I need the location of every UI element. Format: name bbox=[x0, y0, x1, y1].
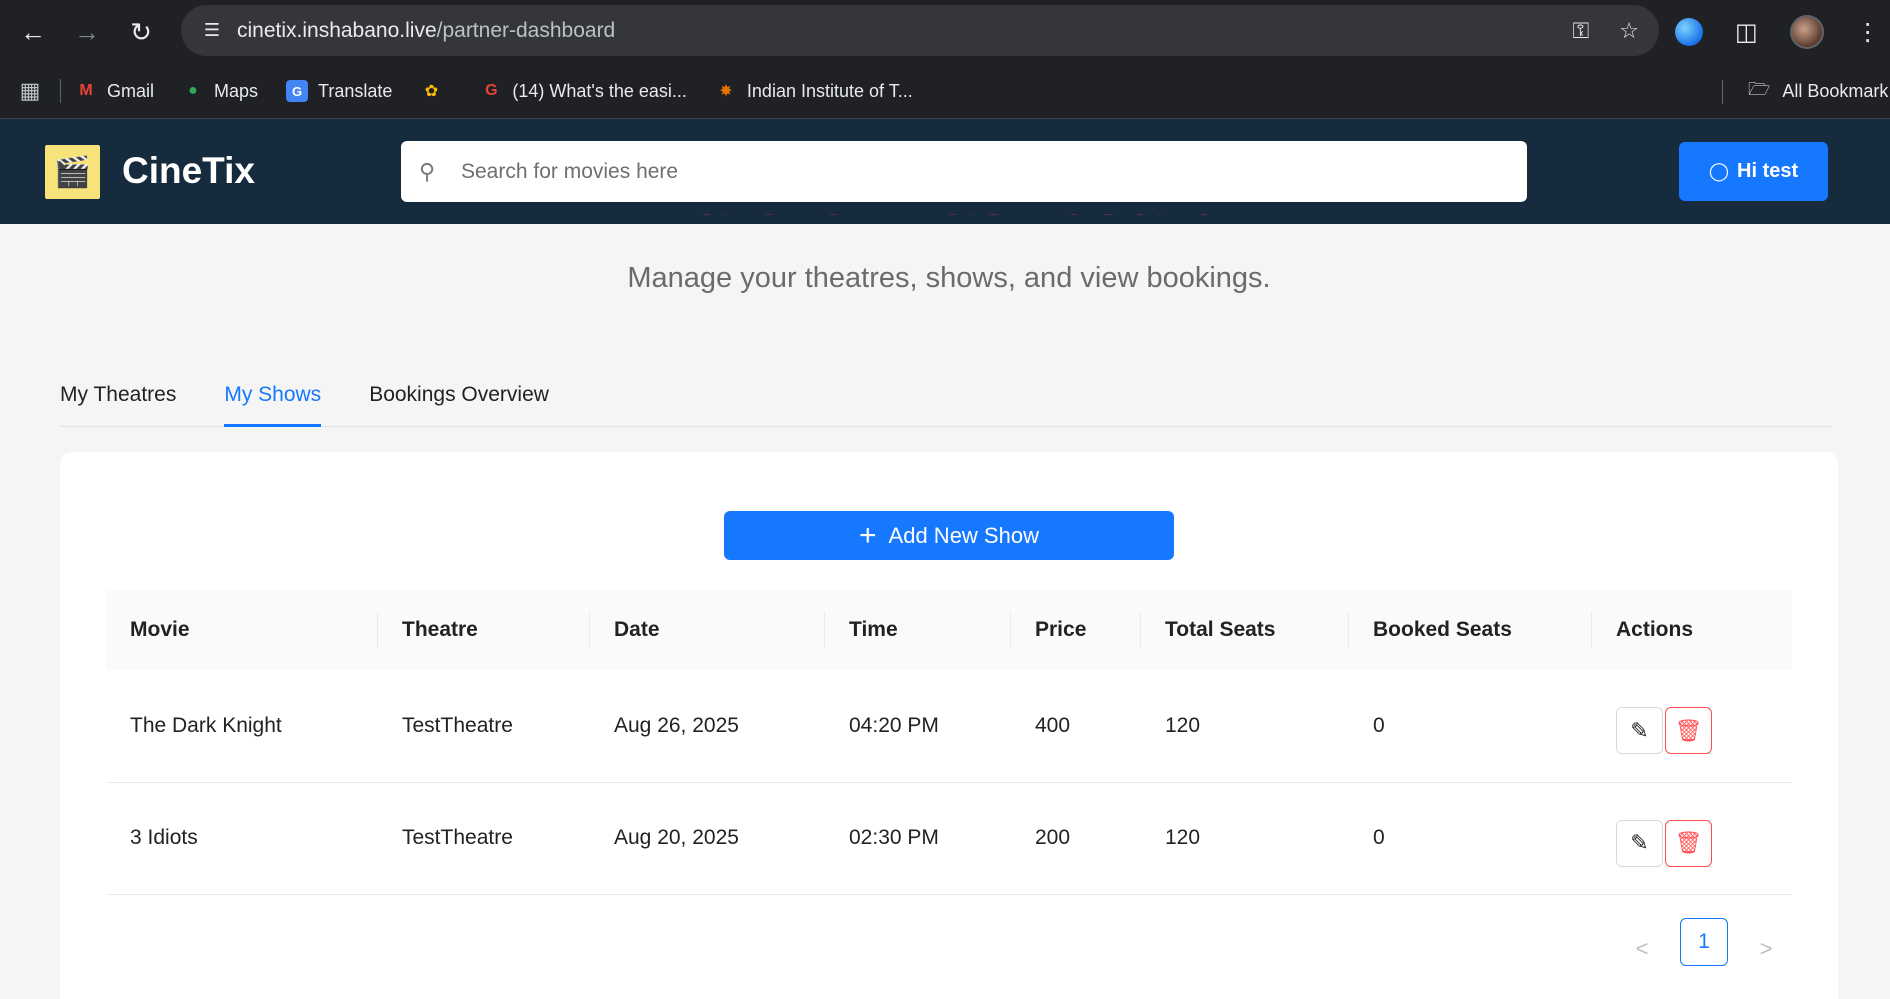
cell-total-seats: 120 bbox=[1141, 670, 1349, 783]
pagination: < 1 > bbox=[1630, 918, 1778, 966]
cell-price: 200 bbox=[1011, 782, 1141, 895]
cell-actions: ✎ 🗑 bbox=[1592, 670, 1792, 783]
page-title: Partner Dashboard bbox=[560, 214, 1320, 226]
cell-actions: ✎ 🗑 bbox=[1592, 782, 1792, 895]
cell-movie: 3 Idiots bbox=[106, 782, 378, 895]
extension-icon[interactable] bbox=[1675, 18, 1703, 46]
cell-price: 400 bbox=[1011, 670, 1141, 783]
reload-icon[interactable]: ↻ bbox=[114, 5, 168, 59]
cell-time: 04:20 PM bbox=[825, 670, 1011, 783]
cell-movie: The Dark Knight bbox=[106, 670, 378, 783]
column-booked-seats: Booked Seats bbox=[1349, 590, 1592, 670]
bookmarks-bar: ▦ M Gmail ● Maps G Translate ✿ G (14) What's… bbox=[0, 64, 1890, 119]
bookmark-star-icon[interactable]: ☆ bbox=[1619, 18, 1639, 44]
user-button[interactable]: ◯ Hi test bbox=[1679, 142, 1828, 201]
extensions-puzzle-icon[interactable]: ◫ bbox=[1735, 18, 1758, 47]
column-theatre: Theatre bbox=[378, 590, 590, 670]
tab-my-shows[interactable]: My Shows bbox=[224, 376, 322, 427]
column-time: Time bbox=[825, 590, 1011, 670]
column-total-seats: Total Seats bbox=[1141, 590, 1349, 670]
cell-booked-seats: 0 bbox=[1349, 670, 1592, 783]
forward-icon[interactable]: → bbox=[60, 5, 114, 59]
edit-show-button[interactable]: ✎ bbox=[1616, 707, 1663, 755]
bookmark-maps[interactable]: ● Maps bbox=[182, 80, 258, 102]
menu-kebab-icon[interactable]: ⋮ bbox=[1856, 18, 1880, 47]
gmail-icon: M bbox=[79, 82, 93, 99]
folder-icon: 🗁 bbox=[1748, 78, 1771, 99]
maps-icon: ● bbox=[188, 82, 198, 99]
shows-card: + Add New Show Movie Theatre Date Time P… bbox=[60, 452, 1838, 999]
cell-theatre: TestTheatre bbox=[378, 782, 590, 895]
cell-total-seats: 120 bbox=[1141, 782, 1349, 895]
tab-my-theatres[interactable]: My Theatres bbox=[60, 376, 176, 427]
iit-icon: ✸ bbox=[719, 83, 733, 100]
cell-date: Aug 20, 2025 bbox=[590, 782, 825, 895]
edit-pencil-icon: ✎ bbox=[1630, 830, 1649, 855]
bookmark-gmail[interactable]: M Gmail bbox=[75, 80, 154, 102]
column-date: Date bbox=[590, 590, 825, 670]
browser-toolbar: ← → ↻ ☰ cinetix.inshabano.live/partner-d… bbox=[0, 0, 1890, 64]
brand-name[interactable]: CineTix bbox=[122, 150, 255, 192]
cell-date: Aug 26, 2025 bbox=[590, 670, 825, 783]
cell-time: 02:30 PM bbox=[825, 782, 1011, 895]
password-key-icon[interactable]: ⚿ bbox=[1573, 18, 1590, 44]
prev-page-button[interactable]: < bbox=[1630, 936, 1654, 962]
delete-show-button[interactable]: 🗑 bbox=[1665, 707, 1712, 755]
cell-theatre: TestTheatre bbox=[378, 670, 590, 783]
all-bookmarks-divider bbox=[1722, 80, 1723, 104]
quora-icon: G bbox=[485, 82, 498, 99]
table-row: 3 Idiots TestTheatre Aug 20, 2025 02:30 … bbox=[106, 782, 1792, 895]
cell-booked-seats: 0 bbox=[1349, 782, 1592, 895]
delete-show-button[interactable]: 🗑 bbox=[1665, 819, 1712, 867]
page-subtitle: Manage your theatres, shows, and view bo… bbox=[627, 262, 1271, 294]
table-header-row: Movie Theatre Date Time Price Total Seat… bbox=[106, 590, 1792, 670]
edit-pencil-icon: ✎ bbox=[1630, 717, 1649, 743]
trash-icon: 🗑 bbox=[1674, 717, 1703, 743]
all-bookmarks[interactable]: 🗁 All Bookmark bbox=[1748, 64, 1888, 119]
bookmarks-divider bbox=[60, 79, 61, 103]
trash-icon: 🗑 bbox=[1674, 830, 1703, 855]
plus-icon: + bbox=[859, 518, 877, 552]
profile-avatar[interactable] bbox=[1789, 15, 1824, 49]
back-icon[interactable]: ← bbox=[6, 5, 60, 59]
search-input[interactable] bbox=[461, 159, 1461, 184]
edit-show-button[interactable]: ✎ bbox=[1616, 819, 1663, 867]
search-icon: ⚲ bbox=[419, 158, 436, 184]
column-actions: Actions bbox=[1616, 618, 1694, 641]
translate-icon: G bbox=[286, 80, 309, 102]
app-header: 🎬 CineTix ⚲ ◯ Hi test bbox=[0, 119, 1890, 224]
column-price: Price bbox=[1011, 590, 1141, 670]
user-icon: ◯ bbox=[1708, 161, 1730, 181]
photos-icon: ✿ bbox=[424, 83, 439, 100]
site-settings-icon[interactable]: ☰ bbox=[195, 20, 229, 41]
cinetix-logo[interactable]: 🎬 bbox=[45, 145, 100, 199]
tab-bookings-overview[interactable]: Bookings Overview bbox=[369, 376, 549, 427]
bookmark-quora[interactable]: G (14) What's the easi... bbox=[480, 80, 687, 102]
next-page-button[interactable]: > bbox=[1754, 936, 1778, 962]
page-1-button[interactable]: 1 bbox=[1680, 918, 1728, 966]
bookmark-translate[interactable]: G Translate bbox=[286, 80, 392, 102]
address-bar[interactable]: ☰ cinetix.inshabano.live/partner-dashboa… bbox=[181, 5, 1659, 56]
movie-search[interactable]: ⚲ bbox=[401, 141, 1527, 202]
column-movie: Movie bbox=[106, 590, 378, 670]
apps-grid-icon[interactable]: ▦ bbox=[0, 78, 60, 104]
bookmark-iit[interactable]: ✸ Indian Institute of T... bbox=[715, 80, 912, 102]
bookmark-photos[interactable]: ✿ bbox=[420, 80, 452, 102]
table-row: The Dark Knight TestTheatre Aug 26, 2025… bbox=[106, 670, 1792, 783]
dashboard-tabs: My Theatres My Shows Bookings Overview bbox=[60, 376, 1832, 427]
url-text[interactable]: cinetix.inshabano.live/partner-dashboard bbox=[237, 19, 615, 43]
add-new-show-button[interactable]: + Add New Show bbox=[724, 511, 1174, 560]
shows-table: Movie Theatre Date Time Price Total Seat… bbox=[106, 590, 1792, 895]
